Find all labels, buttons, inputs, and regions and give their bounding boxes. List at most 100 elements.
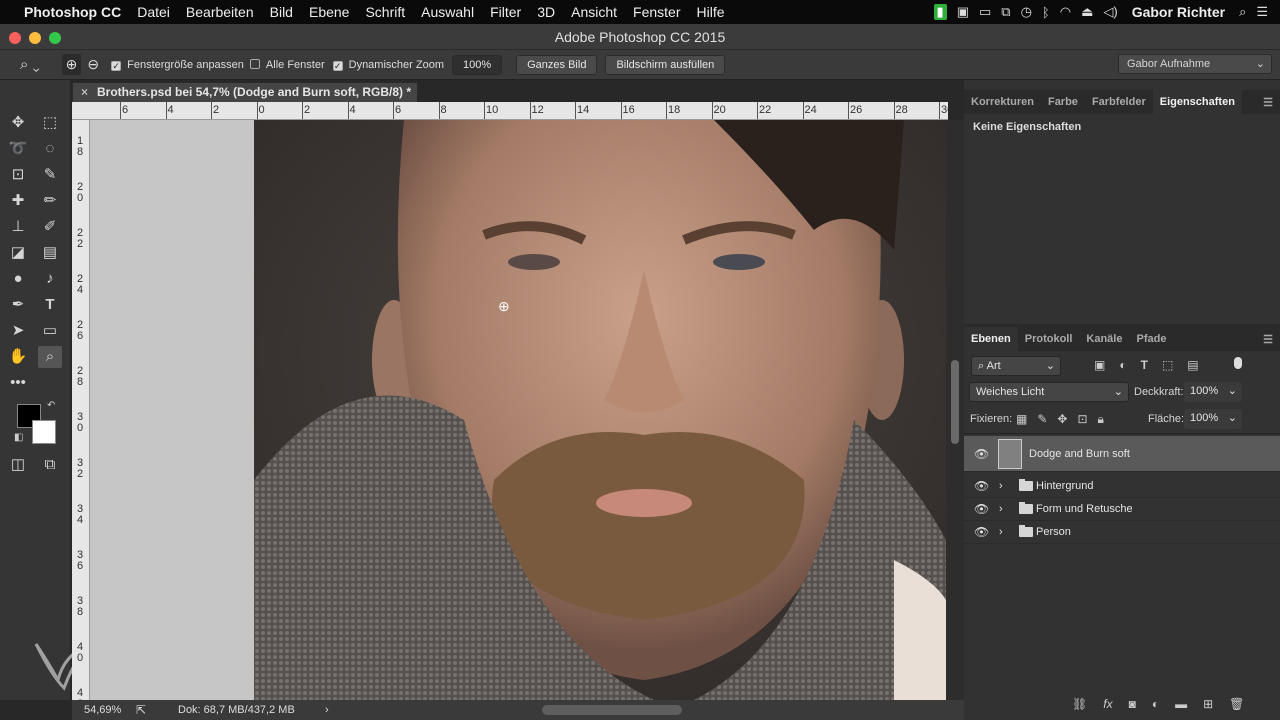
- tab-kanaele[interactable]: Kanäle: [1079, 333, 1129, 345]
- zoom-level[interactable]: 54,69%: [84, 700, 121, 720]
- minimize-window-button[interactable]: [29, 32, 41, 44]
- spotlight-icon[interactable]: ⌕: [1239, 4, 1246, 20]
- eye-icon[interactable]: 👁︎: [974, 498, 989, 521]
- path-selection-icon[interactable]: ➤: [6, 320, 30, 342]
- layer-row-dodge-burn[interactable]: 👁︎ Dodge and Burn soft: [964, 436, 1280, 472]
- lock-artboard-icon[interactable]: ⊡: [1077, 412, 1087, 427]
- new-layer-icon[interactable]: ⊞: [1203, 697, 1213, 711]
- layer-name[interactable]: Form und Retusche: [1036, 498, 1133, 521]
- eraser-icon[interactable]: ◪: [6, 242, 30, 264]
- menu-ebene[interactable]: Ebene: [301, 4, 357, 20]
- lock-transparency-icon[interactable]: ▦: [1016, 412, 1027, 427]
- brush-tool-icon[interactable]: ✏: [38, 190, 62, 212]
- hand-tool-icon[interactable]: ✋: [6, 346, 30, 368]
- lock-all-icon[interactable]: 🔒︎: [1098, 412, 1104, 427]
- document-canvas[interactable]: ⊕: [254, 120, 946, 700]
- time-machine-icon[interactable]: ◷: [1021, 4, 1032, 20]
- screen-mode-icon[interactable]: ⧉: [38, 454, 62, 476]
- vertical-scrollbar[interactable]: [946, 120, 964, 700]
- eye-icon[interactable]: 👁︎: [974, 521, 989, 544]
- eject-icon[interactable]: ⏏: [1081, 4, 1093, 20]
- user-name[interactable]: Gabor Richter: [1128, 4, 1229, 20]
- close-window-button[interactable]: [9, 32, 21, 44]
- blend-mode-select[interactable]: Weiches Licht ⌄: [969, 382, 1129, 402]
- rectangle-tool-icon[interactable]: ▭: [38, 320, 62, 342]
- fit-screen-button[interactable]: Ganzes Bild: [516, 54, 598, 75]
- tab-farbe[interactable]: Farbe: [1041, 96, 1085, 108]
- bluetooth-icon[interactable]: ᛒ: [1042, 5, 1050, 20]
- menu-auswahl[interactable]: Auswahl: [413, 4, 482, 20]
- marquee-tool-icon[interactable]: ⬚: [38, 112, 62, 134]
- document-close-icon[interactable]: ×: [81, 83, 88, 102]
- layer-group-hintergrund[interactable]: 👁︎ › Hintergrund: [964, 475, 1280, 498]
- type-tool-icon[interactable]: T: [38, 294, 62, 316]
- lasso-tool-icon[interactable]: ➰: [6, 138, 30, 160]
- default-colors-icon[interactable]: ◧: [14, 432, 23, 443]
- fit-window-option[interactable]: ✓ Fenstergröße anpassen: [111, 59, 244, 71]
- clone-stamp-icon[interactable]: ⊥: [6, 216, 30, 238]
- filter-pixel-icon[interactable]: ▣: [1094, 358, 1105, 372]
- filter-adjustment-icon[interactable]: ◐: [1119, 358, 1126, 372]
- tab-pfade[interactable]: Pfade: [1129, 333, 1173, 345]
- menu-bild[interactable]: Bild: [262, 4, 301, 20]
- filter-toggle[interactable]: [1234, 357, 1242, 369]
- fill-screen-button[interactable]: Bildschirm ausfüllen: [605, 54, 726, 75]
- quick-mask-icon[interactable]: ◫: [6, 454, 30, 476]
- move-tool-icon[interactable]: ✥: [6, 112, 30, 134]
- zoom-tool-icon[interactable]: ⌕: [38, 346, 62, 368]
- eye-icon[interactable]: 👁︎: [974, 475, 989, 498]
- background-color[interactable]: [32, 420, 56, 444]
- zoom-in-icon[interactable]: ⊕: [61, 54, 82, 75]
- menu-extra-icon[interactable]: ▣: [957, 4, 969, 20]
- layer-group-form-retusche[interactable]: 👁︎ › Form und Retusche: [964, 498, 1280, 521]
- horizontal-scroll-thumb[interactable]: [542, 705, 682, 715]
- link-layers-icon[interactable]: ⛓: [1072, 697, 1087, 711]
- adjustment-layer-icon[interactable]: ◐: [1152, 697, 1159, 711]
- blur-tool-icon[interactable]: ●: [6, 268, 30, 290]
- lock-position-icon[interactable]: ✥: [1057, 412, 1067, 427]
- vertical-ruler[interactable]: 18 20 22 24 26 28 30 32 34 36 38 40 42: [72, 120, 90, 700]
- menu-schrift[interactable]: Schrift: [357, 4, 413, 20]
- trash-icon[interactable]: 🗑︎: [1229, 697, 1244, 711]
- layer-name[interactable]: Dodge and Burn soft: [1029, 436, 1130, 472]
- chevron-right-icon[interactable]: ›: [999, 475, 1003, 498]
- history-brush-icon[interactable]: ✐: [38, 216, 62, 238]
- tab-korrekturen[interactable]: Korrekturen: [964, 96, 1041, 108]
- more-tools-icon[interactable]: •••: [6, 372, 30, 394]
- filter-type-icon[interactable]: T: [1141, 358, 1148, 372]
- filter-smart-object-icon[interactable]: ▤: [1187, 358, 1198, 372]
- menu-datei[interactable]: Datei: [129, 4, 178, 20]
- menu-ansicht[interactable]: Ansicht: [563, 4, 625, 20]
- crop-tool-icon[interactable]: ⊡: [6, 164, 30, 186]
- display-icon[interactable]: ⧉: [1001, 4, 1010, 20]
- layer-name[interactable]: Hintergrund: [1036, 475, 1093, 498]
- pen-tool-icon[interactable]: ✒: [6, 294, 30, 316]
- document-tab[interactable]: × Brothers.psd bei 54,7% (Dodge and Burn…: [72, 82, 418, 102]
- dynamic-zoom-option[interactable]: ✓ Dynamischer Zoom: [332, 59, 444, 71]
- menu-bearbeiten[interactable]: Bearbeiten: [178, 4, 262, 20]
- zoom-out-icon[interactable]: ⊖: [87, 56, 99, 73]
- volume-icon[interactable]: ◁): [1103, 4, 1117, 20]
- chevron-right-icon[interactable]: ›: [999, 498, 1003, 521]
- eye-icon[interactable]: 👁︎: [974, 436, 989, 472]
- fit-window-checkbox[interactable]: ✓: [111, 60, 122, 71]
- app-menu[interactable]: Photoshop CC: [16, 4, 129, 20]
- layer-group-person[interactable]: 👁︎ › Person: [964, 521, 1280, 544]
- horizontal-ruler[interactable]: 642024681012141618202224262830: [72, 102, 948, 120]
- menu-hilfe[interactable]: Hilfe: [689, 4, 733, 20]
- share-icon[interactable]: ⇱: [136, 700, 146, 720]
- all-windows-checkbox[interactable]: [249, 58, 260, 69]
- zoom-window-button[interactable]: [49, 32, 61, 44]
- fill-field[interactable]: 100% ⌄: [1184, 409, 1242, 429]
- menu-filter[interactable]: Filter: [482, 4, 529, 20]
- tab-farbfelder[interactable]: Farbfelder: [1085, 96, 1153, 108]
- menu-3d[interactable]: 3D: [529, 4, 563, 20]
- layer-filter-select[interactable]: ⌕ Art ⌄: [971, 356, 1061, 376]
- all-windows-option[interactable]: Alle Fenster: [249, 58, 325, 71]
- opacity-field[interactable]: 100% ⌄: [1184, 382, 1242, 402]
- eyedropper-icon[interactable]: ✎: [38, 164, 62, 186]
- wifi-icon[interactable]: ◠: [1060, 4, 1071, 20]
- zoom-tool-preset-icon[interactable]: ⌕ ⌄: [20, 56, 40, 73]
- lock-pixels-icon[interactable]: ✎: [1037, 412, 1047, 427]
- swap-colors-icon[interactable]: ↶: [47, 400, 55, 411]
